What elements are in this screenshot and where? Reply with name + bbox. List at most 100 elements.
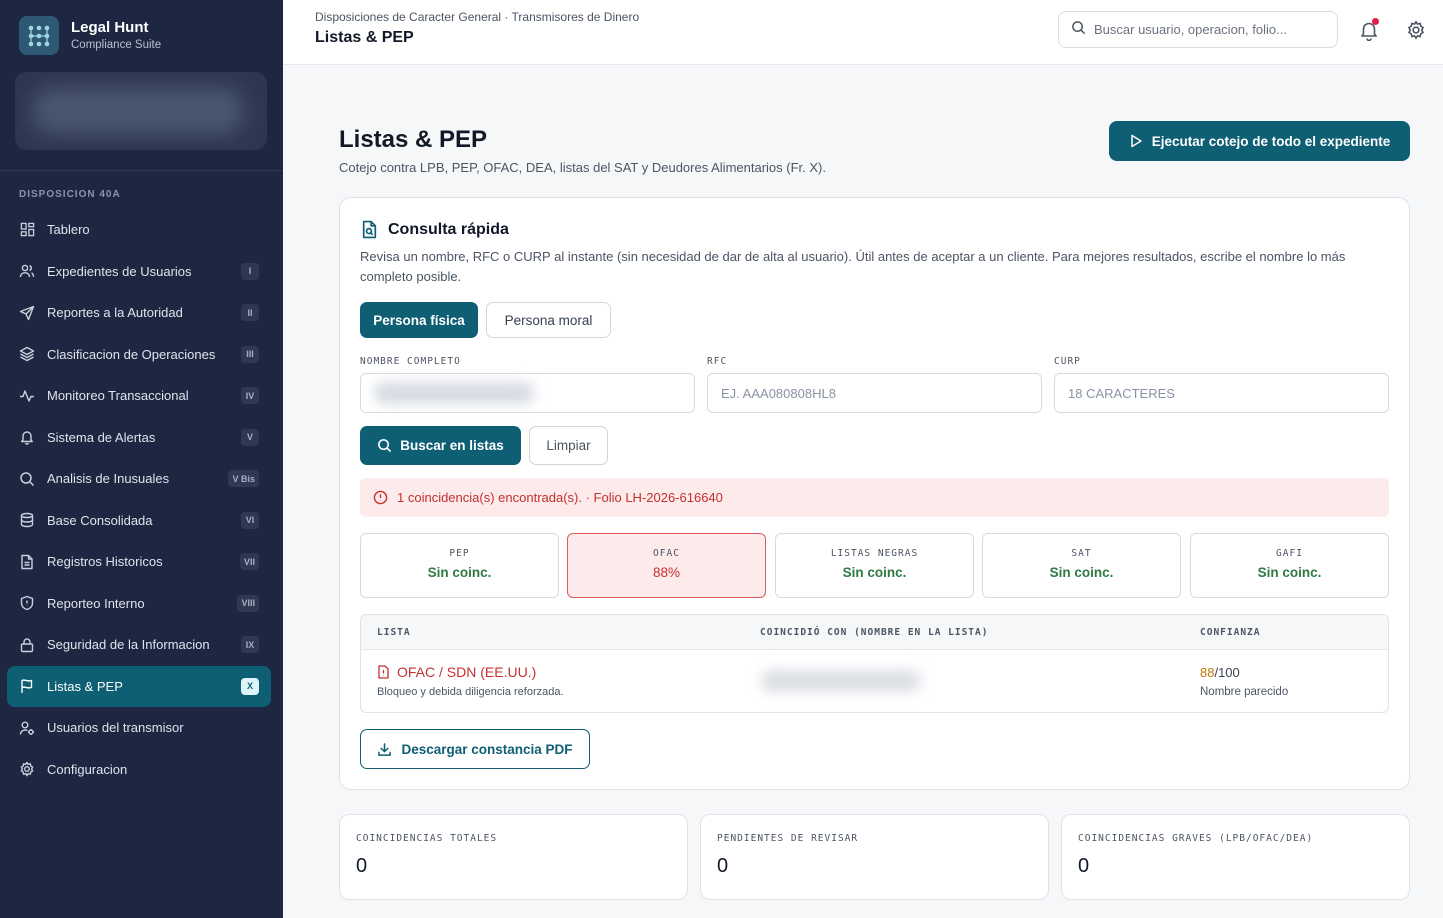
sidebar-item-reportes[interactable]: Reportes a la Autoridad II xyxy=(7,292,271,334)
sidebar-item-label: Monitoreo Transaccional xyxy=(47,388,189,404)
quick-check-card: Consulta rápida Revisa un nombre, RFC o … xyxy=(339,197,1410,790)
brand-name: Legal Hunt xyxy=(71,19,149,36)
download-icon xyxy=(377,742,392,757)
column-header-confianza: CONFIANZA xyxy=(1200,627,1261,638)
redacted-name-value xyxy=(374,382,534,404)
match-list-name[interactable]: OFAC / SDN (EE.UU.) xyxy=(377,664,536,680)
tile-gafi[interactable]: GAFI Sin coinc. xyxy=(1190,533,1389,598)
list-results-tiles: PEP Sin coinc. OFAC 88% LISTAS NEGRAS Si… xyxy=(360,533,1389,598)
search-lists-button[interactable]: Buscar en listas xyxy=(360,426,521,465)
sidebar-item-label: Clasificacion de Operaciones xyxy=(47,346,216,362)
sidebar-item-seguridad[interactable]: Seguridad de la Informacion IX xyxy=(7,624,271,666)
file-alert-icon xyxy=(377,665,390,679)
sidebar-item-tablero[interactable]: Tablero xyxy=(7,209,271,251)
matches-table: LISTA COINCIDIÓ CON (NOMBRE EN LA LISTA)… xyxy=(360,614,1389,713)
search-lists-label: Buscar en listas xyxy=(400,438,504,453)
tile-value: Sin coinc. xyxy=(842,565,907,580)
confidence-score: 88/100 xyxy=(1200,665,1240,680)
confidence-max: /100 xyxy=(1214,665,1240,680)
tile-value: Sin coinc. xyxy=(427,565,492,580)
bell-icon xyxy=(19,429,35,445)
sidebar-item-monitoreo[interactable]: Monitoreo Transaccional IV xyxy=(7,375,271,417)
quick-check-description: Revisa un nombre, RFC o CURP al instante… xyxy=(360,249,1346,284)
sidebar-item-label: Analisis de Inusuales xyxy=(47,471,170,487)
sidebar-item-label: Registros Historicos xyxy=(47,554,163,570)
run-full-check-label: Ejecutar cotejo de todo el expediente xyxy=(1151,133,1391,149)
stat-coincidencias-graves: COINCIDENCIAS GRAVES (LPB/OFAC/DEA) 0 xyxy=(1061,814,1410,900)
rfc-label: RFC xyxy=(707,356,728,367)
tab-persona-fisica[interactable]: Persona física xyxy=(360,302,478,338)
sidebar-nav: Tablero Expedientes de Usuarios I Report… xyxy=(7,209,271,790)
curp-label: CURP xyxy=(1054,356,1081,367)
sidebar-item-configuracion[interactable]: Configuracion xyxy=(7,749,271,791)
sidebar-item-label: Reportes a la Autoridad xyxy=(47,305,183,321)
sidebar: Legal Hunt Compliance Suite DISPOSICION … xyxy=(0,0,283,918)
sidebar-item-badge: X xyxy=(241,677,259,695)
sidebar-item-badge: VI xyxy=(241,511,259,529)
tile-ofac[interactable]: OFAC 88% xyxy=(567,533,766,598)
curp-input[interactable]: 18 CARACTERES xyxy=(1054,373,1389,413)
rfc-input[interactable]: EJ. AAA080808HL8 xyxy=(707,373,1042,413)
brand-subtitle: Compliance Suite xyxy=(71,39,162,51)
run-full-check-button[interactable]: Ejecutar cotejo de todo el expediente xyxy=(1109,121,1410,161)
sidebar-item-label: Base Consolidada xyxy=(47,512,153,528)
sidebar-item-usuarios-transmisor[interactable]: Usuarios del transmisor xyxy=(7,707,271,749)
clear-button[interactable]: Limpiar xyxy=(529,426,608,465)
sidebar-item-alertas[interactable]: Sistema de Alertas V xyxy=(7,417,271,459)
table-row[interactable]: OFAC / SDN (EE.UU.) Bloqueo y debida dil… xyxy=(361,650,1388,712)
tab-persona-moral[interactable]: Persona moral xyxy=(486,302,611,338)
settings-gear-icon[interactable] xyxy=(1406,20,1426,40)
tile-listas-negras[interactable]: LISTAS NEGRAS Sin coinc. xyxy=(775,533,974,598)
download-pdf-button[interactable]: Descargar constancia PDF xyxy=(360,729,590,769)
match-alert: 1 coincidencia(s) encontrada(s). · Folio… xyxy=(360,478,1389,517)
sidebar-item-badge: III xyxy=(241,345,259,363)
file-search-icon xyxy=(360,220,379,239)
tile-value: Sin coinc. xyxy=(1257,565,1322,580)
match-alert-text: 1 coincidencia(s) encontrada(s). · Folio… xyxy=(397,490,723,505)
sidebar-item-badge: IV xyxy=(241,387,259,404)
play-icon xyxy=(1129,134,1143,148)
stat-pendientes: PENDIENTES DE REVISAR 0 xyxy=(700,814,1049,900)
stat-label: PENDIENTES DE REVISAR xyxy=(717,833,859,844)
sidebar-item-label: Tablero xyxy=(47,222,90,238)
sidebar-item-registros[interactable]: Registros Historicos VII xyxy=(7,541,271,583)
sidebar-item-reporteo-interno[interactable]: Reporteo Interno VIII xyxy=(7,583,271,625)
nombre-label: NOMBRE COMPLETO xyxy=(360,356,461,367)
sidebar-item-base-consolidada[interactable]: Base Consolidada VI xyxy=(7,500,271,542)
nombre-input[interactable] xyxy=(360,373,695,413)
search-icon xyxy=(377,438,392,453)
tile-sat[interactable]: SAT Sin coinc. xyxy=(982,533,1181,598)
layers-icon xyxy=(19,346,35,362)
tile-pep[interactable]: PEP Sin coinc. xyxy=(360,533,559,598)
search-input[interactable] xyxy=(1094,22,1324,37)
send-icon xyxy=(19,305,35,321)
sidebar-item-inusuales[interactable]: Analisis de Inusuales V Bis xyxy=(7,458,271,500)
user-card[interactable] xyxy=(15,72,267,150)
tile-label: GAFI xyxy=(1276,548,1303,559)
match-list-label: OFAC / SDN (EE.UU.) xyxy=(397,664,537,680)
stat-value: 0 xyxy=(717,855,729,877)
users-icon xyxy=(19,263,35,279)
gear-icon xyxy=(19,761,35,778)
sidebar-section-label: DISPOSICION 40A xyxy=(19,189,121,200)
tile-label: LISTAS NEGRAS xyxy=(830,548,919,559)
file-text-icon xyxy=(19,554,35,570)
breadcrumb[interactable]: Disposiciones de Caracter General · Tran… xyxy=(315,10,639,24)
match-list-note: Bloqueo y debida diligencia reforzada. xyxy=(377,686,564,698)
tile-value: Sin coinc. xyxy=(1049,565,1114,580)
stat-label: COINCIDENCIAS TOTALES xyxy=(356,833,498,844)
column-header-lista: LISTA xyxy=(377,627,411,638)
redacted-matched-name xyxy=(761,670,921,692)
stat-value: 0 xyxy=(356,855,368,877)
search-icon xyxy=(19,471,35,487)
tile-label: PEP xyxy=(449,548,470,559)
sidebar-item-clasificacion[interactable]: Clasificacion de Operaciones III xyxy=(7,334,271,376)
sidebar-item-expedientes[interactable]: Expedientes de Usuarios I xyxy=(7,251,271,293)
tile-value: 88% xyxy=(652,565,681,580)
notifications-bell-icon[interactable] xyxy=(1358,18,1380,42)
sidebar-item-listas-pep[interactable]: Listas & PEP X xyxy=(7,665,271,707)
notification-dot xyxy=(1372,18,1379,25)
stat-value: 0 xyxy=(1078,855,1090,877)
search-box[interactable] xyxy=(1058,11,1338,48)
brand[interactable]: Legal Hunt Compliance Suite xyxy=(19,16,161,55)
